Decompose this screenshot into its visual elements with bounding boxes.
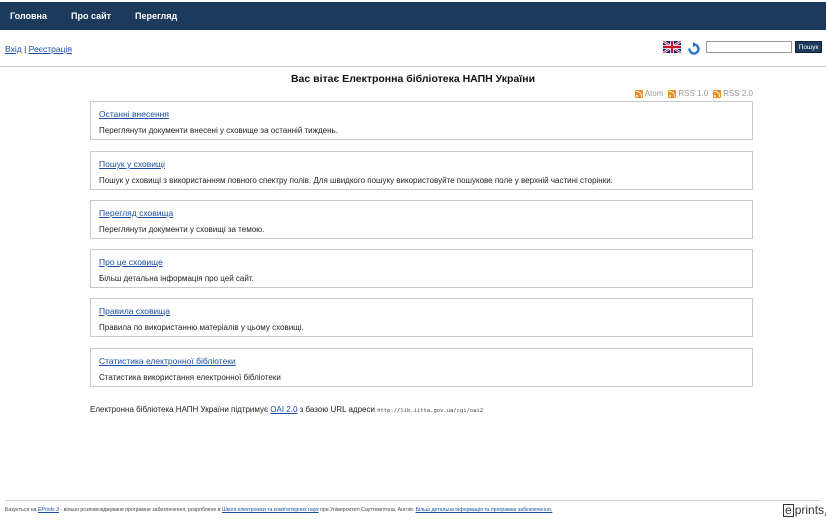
search-button[interactable]: Пошук <box>795 41 822 53</box>
section-browse-desc: Переглянути документи у сховищі за темою… <box>99 225 265 234</box>
feed-links: Atom RSS 1.0 RSS 2.0 <box>634 89 753 98</box>
footer: Базується на EPrints 3 - вільно розповсю… <box>5 507 552 513</box>
feed-atom[interactable]: Atom <box>634 89 664 98</box>
feed-rss2-label: RSS 2.0 <box>723 89 753 98</box>
section-policies-desc: Правила по використанню матеріалів у цьо… <box>99 323 304 332</box>
user-links-separator: | <box>24 44 27 54</box>
page-title: Вас вітає Електронна бібліотека НАПН Укр… <box>290 73 536 85</box>
section-search-desc: Пошук у сховищі з використанням повного … <box>99 176 613 185</box>
footer-text-1: Базується на <box>5 507 37 513</box>
rss-icon <box>713 89 722 98</box>
main-navigation: Головна Про сайт Перегляд <box>0 2 826 30</box>
feed-rss1-label: RSS 1.0 <box>678 89 709 98</box>
login-link[interactable]: Вхід <box>5 44 22 54</box>
section-browse-link[interactable]: Перегляд сховища <box>99 208 173 218</box>
search-input[interactable] <box>706 41 792 53</box>
section-policies: Правила сховища Правила по використанню … <box>90 298 753 337</box>
oai-link[interactable]: OAI 2.0 <box>270 405 297 414</box>
english-flag-icon[interactable] <box>663 41 681 53</box>
footer-eprints-link[interactable]: EPrints 3 <box>38 507 59 513</box>
footer-divider <box>5 500 821 501</box>
footer-school-link[interactable]: Школі електроніки та комп'ютерних наук <box>222 507 319 513</box>
section-latest-link[interactable]: Останні внесення <box>99 109 169 119</box>
nav-home[interactable]: Головна <box>10 11 47 21</box>
section-browse: Перегляд сховища Переглянути документи у… <box>90 200 753 239</box>
oai-url: http://lib.iitta.gov.ua/cgi/oai2 <box>377 408 484 414</box>
section-latest-desc: Переглянути документи внесені у сховище … <box>99 126 338 135</box>
feed-rss2[interactable]: RSS 2.0 <box>713 89 753 98</box>
section-stats-desc: Статистика використання електронної бібл… <box>99 373 281 382</box>
feed-rss1[interactable]: RSS 1.0 <box>668 89 708 98</box>
eprints-logo-text: prints <box>794 503 825 517</box>
user-bar: Вхід | Реєстрація Пошук <box>0 32 826 67</box>
section-stats-link[interactable]: Статистика електронної бібліотеки <box>99 356 236 366</box>
rss-icon <box>668 89 677 98</box>
user-links: Вхід | Реєстрація <box>5 44 72 54</box>
footer-text-3: при Університеті Саутгемптона. Англія. <box>320 507 415 513</box>
oai-prefix: Електронна бібліотека НАПН України підтр… <box>90 405 269 414</box>
footer-more-link[interactable]: Більш детальна інформація та програмне з… <box>416 507 553 513</box>
feed-atom-label: Atom <box>644 89 664 98</box>
section-about: Про це сховище Більш детальна інформація… <box>90 249 753 288</box>
footer-text-2: - вільно розповсюджуване програмне забез… <box>60 507 221 513</box>
section-latest: Останні внесення Переглянути документи в… <box>90 101 753 140</box>
refresh-icon[interactable] <box>686 42 702 56</box>
section-stats: Статистика електронної бібліотеки Статис… <box>90 348 753 387</box>
section-about-desc: Більш детальна інформація про цей сайт. <box>99 274 254 283</box>
eprints-logo-e: e <box>783 502 794 517</box>
section-search-link[interactable]: Пошук у сховищі <box>99 159 165 169</box>
section-search: Пошук у сховищі Пошук у сховищі з викори… <box>90 151 753 190</box>
rss-icon <box>634 89 643 98</box>
eprints-logo[interactable]: e prints <box>783 503 826 517</box>
section-policies-link[interactable]: Правила сховища <box>99 306 170 316</box>
oai-middle: з базою URL адреси <box>299 405 375 414</box>
nav-about[interactable]: Про сайт <box>71 11 111 21</box>
oai-info: Електронна бібліотека НАПН України підтр… <box>90 405 483 414</box>
register-link[interactable]: Реєстрація <box>29 44 72 54</box>
section-about-link[interactable]: Про це сховище <box>99 257 163 267</box>
nav-browse[interactable]: Перегляд <box>135 11 177 21</box>
